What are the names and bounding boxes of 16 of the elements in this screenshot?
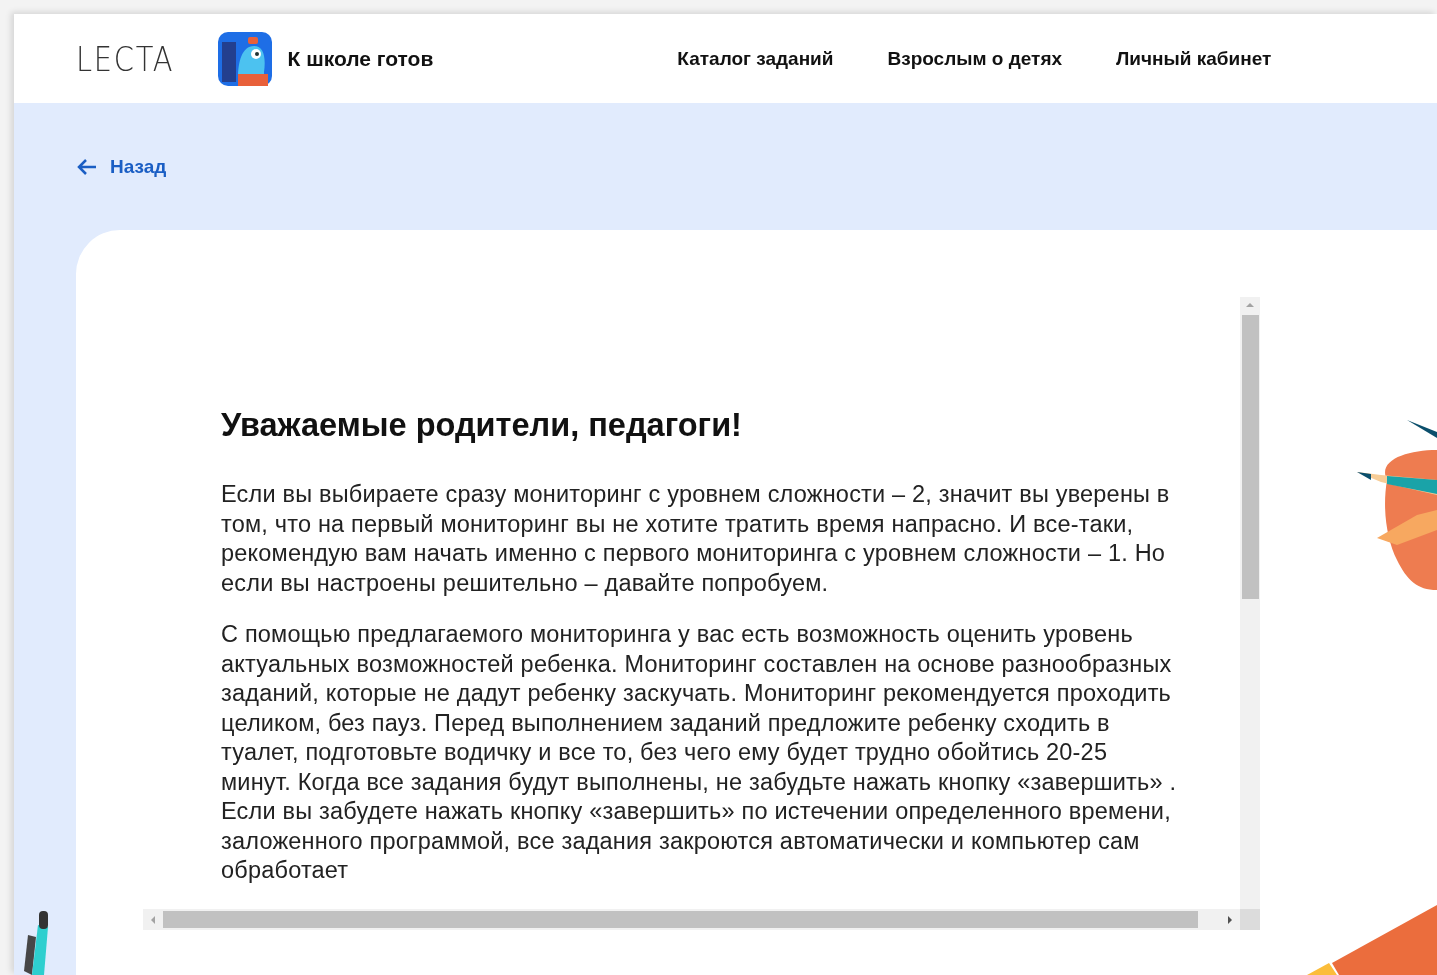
brand-logo[interactable]: LECTA bbox=[76, 38, 175, 79]
article-paragraph: Если вы выбираете сразу мониторинг с уровнем сложности – 2, значит вы уверены в том, что на первый мониторинг вы не хотите тратить время напрасно. И все-таки, рекомендую вам начать именно с первого мониторинга с уровнем сложности – 1. Но если вы настроены решительно – давайте попробуем. bbox=[221, 480, 1171, 598]
scroll-left-arrow-icon[interactable] bbox=[149, 914, 157, 925]
app-mascot-icon bbox=[217, 31, 272, 86]
scroll-right-arrow-icon[interactable] bbox=[1226, 914, 1234, 925]
nav-link[interactable]: Каталог заданий bbox=[677, 47, 834, 70]
scrollbar-corner bbox=[1240, 909, 1260, 930]
app-title: К школе готов bbox=[287, 46, 434, 71]
article-title: Уважаемые родители, педагоги! bbox=[221, 407, 743, 444]
arrow-left-icon bbox=[76, 158, 98, 176]
vertical-scrollbar[interactable] bbox=[1240, 297, 1260, 909]
nav-link[interactable]: Личный кабинет bbox=[1116, 47, 1272, 70]
article-paragraph: С помощью предлагаемого мониторинга у вас есть возможность оценить уровень актуальных возможностей ребенка. Мониторинг составлен на основе разнообразных заданий, которые не дадут ребенку заскучать. Мониторинг рекомендуется проходить целиком, без пауз. Перед выполнением заданий предложите ребенку сходить в туалет, подготовьте водичку и все то, без чего ему будет трудно обойтись 20-25 минут. Когда все задания будут выполнены, не забудьте нажать кнопку «завершить» . Если вы забудете нажать кнопку «завершить» по истечении определенного времени, заложенного программой, все задания закроются автоматически и компьютер сам обработает bbox=[221, 620, 1178, 885]
back-link[interactable]: Назад bbox=[76, 156, 167, 178]
horizontal-scrollbar[interactable] bbox=[143, 909, 1240, 930]
nav-link[interactable]: Взрослым о детях bbox=[887, 47, 1063, 70]
